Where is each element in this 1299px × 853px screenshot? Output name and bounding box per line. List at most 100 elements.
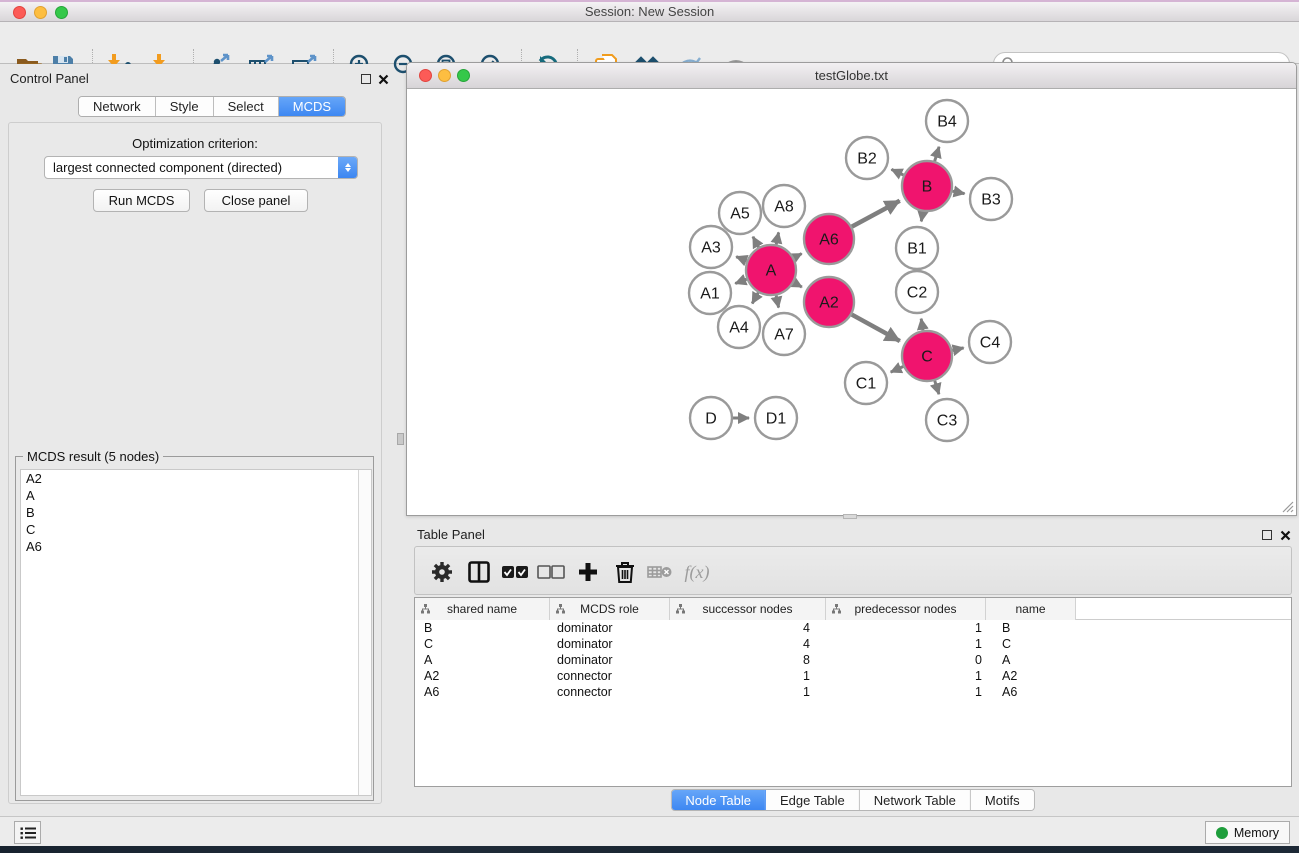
edge-B-B2[interactable]	[891, 169, 903, 175]
edge-B-B1[interactable]	[921, 212, 923, 222]
cell[interactable]: connector	[550, 669, 670, 683]
table-settings-icon[interactable]	[428, 558, 456, 586]
node-A5[interactable]: A5	[719, 192, 761, 234]
close-table-panel-icon[interactable]	[1280, 530, 1291, 541]
cell[interactable]: C	[415, 637, 550, 651]
column-header-MCDS-role[interactable]: MCDS role	[550, 598, 670, 620]
edge-A-A8[interactable]	[776, 232, 778, 244]
edge-C-C1[interactable]	[891, 367, 904, 373]
node-C2[interactable]: C2	[896, 271, 938, 313]
node-C[interactable]: C	[902, 331, 952, 381]
node-D[interactable]: D	[690, 397, 732, 439]
cell[interactable]: dominator	[550, 637, 670, 651]
node-C1[interactable]: C1	[845, 362, 887, 404]
node-B3[interactable]: B3	[970, 178, 1012, 220]
cell[interactable]: A2	[986, 669, 1076, 683]
edge-A6-B[interactable]	[852, 201, 900, 227]
edge-A2-C[interactable]	[852, 315, 900, 341]
node-C3[interactable]: C3	[926, 399, 968, 441]
table-row-A[interactable]: Adominator80A	[415, 652, 1291, 668]
mcds-result-item[interactable]: A6	[21, 538, 371, 555]
resize-grip-icon[interactable]	[1280, 499, 1294, 513]
node-A7[interactable]: A7	[763, 313, 805, 355]
edge-C-C2[interactable]	[921, 319, 923, 331]
edge-B-B4[interactable]	[935, 147, 939, 161]
deselect-all-checkbox-icon[interactable]	[537, 558, 565, 586]
column-header-predecessor-nodes[interactable]: predecessor nodes	[826, 598, 986, 620]
column-header-name[interactable]: name	[986, 598, 1076, 620]
cell[interactable]: 1	[826, 637, 986, 651]
tab-node-table[interactable]: Node Table	[671, 790, 766, 810]
cell[interactable]: 8	[670, 653, 826, 667]
edge-A-A5[interactable]	[753, 237, 759, 247]
delete-column-icon[interactable]	[611, 558, 639, 586]
cell[interactable]: 0	[826, 653, 986, 667]
node-A[interactable]: A	[746, 245, 796, 295]
tab-style[interactable]: Style	[156, 97, 214, 116]
edge-A-A6[interactable]	[794, 254, 802, 258]
close-panel-icon[interactable]	[378, 74, 389, 85]
node-A6[interactable]: A6	[804, 214, 854, 264]
mcds-result-item[interactable]: A	[21, 487, 371, 504]
column-header-successor-nodes[interactable]: successor nodes	[670, 598, 826, 620]
edge-B-B3[interactable]	[952, 191, 964, 193]
node-B1[interactable]: B1	[896, 227, 938, 269]
cell[interactable]: A	[415, 653, 550, 667]
cell[interactable]: B	[415, 621, 550, 635]
node-A3[interactable]: A3	[690, 226, 732, 268]
cell[interactable]: 1	[826, 669, 986, 683]
edge-C-C4[interactable]	[952, 348, 963, 351]
horizontal-splitter-handle[interactable]	[843, 514, 857, 519]
network-graph[interactable]: AA2A6BCA1A3A4A5A7A8B1B2B3B4C1C2C3C4DD1	[407, 89, 1296, 515]
run-mcds-button[interactable]: Run MCDS	[93, 189, 190, 212]
cell[interactable]: A	[986, 653, 1076, 667]
tab-edge-table[interactable]: Edge Table	[766, 790, 860, 810]
add-column-icon[interactable]	[574, 558, 602, 586]
mcds-result-item[interactable]: C	[21, 521, 371, 538]
tab-mcds[interactable]: MCDS	[279, 97, 345, 116]
cell[interactable]: 4	[670, 621, 826, 635]
table-row-A2[interactable]: A2connector11A2	[415, 668, 1291, 684]
cell[interactable]: 1	[826, 685, 986, 699]
table-row-B[interactable]: Bdominator41B	[415, 620, 1291, 636]
node-A1[interactable]: A1	[689, 272, 731, 314]
edge-A-A2[interactable]	[794, 283, 802, 287]
edge-A-A7[interactable]	[776, 295, 778, 307]
network-canvas[interactable]: AA2A6BCA1A3A4A5A7A8B1B2B3B4C1C2C3C4DD1	[407, 89, 1296, 515]
network-window-titlebar[interactable]: testGlobe.txt	[407, 63, 1296, 89]
scrollbar[interactable]	[358, 470, 371, 795]
tab-network-table[interactable]: Network Table	[860, 790, 971, 810]
cell[interactable]: dominator	[550, 653, 670, 667]
float-table-panel-icon[interactable]	[1262, 530, 1272, 540]
node-B4[interactable]: B4	[926, 100, 968, 142]
cell[interactable]: 1	[670, 669, 826, 683]
node-table[interactable]: shared nameMCDS rolesuccessor nodesprede…	[414, 597, 1292, 787]
memory-button[interactable]: Memory	[1205, 821, 1290, 844]
cell[interactable]: 1	[670, 685, 826, 699]
node-A4[interactable]: A4	[718, 306, 760, 348]
edge-A-A1[interactable]	[735, 279, 746, 283]
tab-network[interactable]: Network	[79, 97, 156, 116]
cell[interactable]: connector	[550, 685, 670, 699]
node-B[interactable]: B	[902, 161, 952, 211]
cell[interactable]: C	[986, 637, 1076, 651]
delete-table-icon[interactable]	[646, 558, 674, 586]
vertical-splitter-handle[interactable]	[397, 433, 404, 445]
node-D1[interactable]: D1	[755, 397, 797, 439]
tab-motifs[interactable]: Motifs	[971, 790, 1034, 810]
table-row-A6[interactable]: A6connector11A6	[415, 684, 1291, 700]
cell[interactable]: 1	[826, 621, 986, 635]
cell[interactable]: A2	[415, 669, 550, 683]
table-row-C[interactable]: Cdominator41C	[415, 636, 1291, 652]
optimization-criterion-select[interactable]: largest connected component (directed)	[44, 156, 358, 179]
tab-select[interactable]: Select	[214, 97, 279, 116]
node-A8[interactable]: A8	[763, 185, 805, 227]
edge-A-A3[interactable]	[736, 257, 747, 261]
cell[interactable]: dominator	[550, 621, 670, 635]
node-A2[interactable]: A2	[804, 277, 854, 327]
cell[interactable]: A6	[986, 685, 1076, 699]
node-C4[interactable]: C4	[969, 321, 1011, 363]
column-view-icon[interactable]	[465, 558, 493, 586]
float-panel-icon[interactable]	[361, 74, 371, 84]
column-header-shared-name[interactable]: shared name	[415, 598, 550, 620]
